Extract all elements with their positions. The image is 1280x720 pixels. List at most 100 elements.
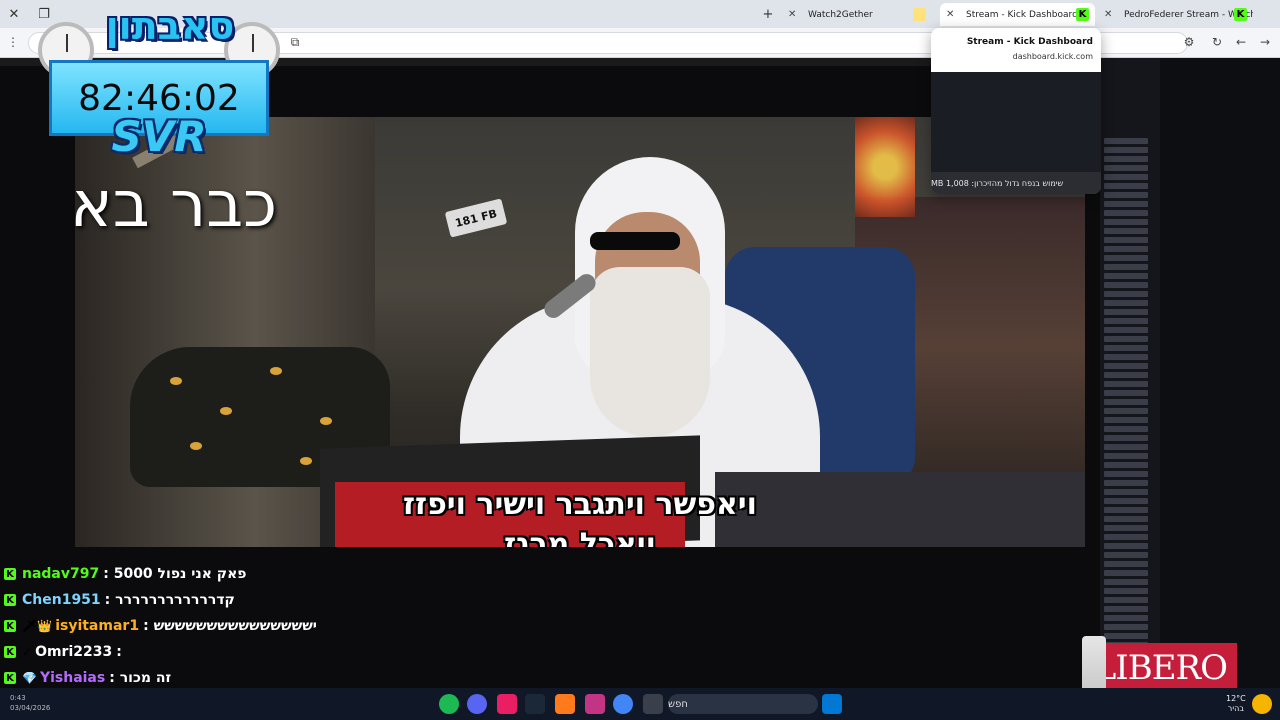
kick-icon: K <box>1234 8 1247 21</box>
dashboard-row <box>1104 390 1148 396</box>
chat-message: Knadav797: 5000 פאק אני נפול <box>4 563 247 585</box>
dashboard-row <box>1104 147 1148 153</box>
taskbar-time: 0:43 <box>10 694 26 702</box>
tab-title: Watch2Gether <box>808 9 873 20</box>
dashboard-row <box>1104 462 1148 468</box>
close-tab-icon[interactable]: ✕ <box>1104 9 1112 20</box>
dashboard-row <box>1104 165 1148 171</box>
kick-badge-icon: K <box>4 594 16 606</box>
kick-icon: K <box>1076 8 1089 21</box>
taskbar-weather[interactable]: 12°C בהיר <box>1226 694 1246 714</box>
dashboard-row <box>1104 633 1148 639</box>
tab-pedrofederer[interactable]: ✕ PedroFederer Stream - Watch L K <box>1098 3 1253 26</box>
reload-icon[interactable]: ↻ <box>1208 33 1226 51</box>
chat-message: K 🗡👑 isyitamar1: יששששששששששששששש <box>4 615 317 637</box>
dashboard-row <box>1104 363 1148 369</box>
chat-text: : <box>116 644 122 660</box>
menu-icon[interactable]: ⋮ <box>4 33 22 51</box>
kick-badge-icon: K <box>4 672 16 684</box>
hover-card-url: dashboard.kick.com <box>1012 52 1093 61</box>
tab-kick-dashboard[interactable]: ✕ Stream - Kick Dashboard K <box>940 3 1095 26</box>
discord-icon[interactable] <box>467 694 487 714</box>
dashboard-row <box>1104 579 1148 585</box>
back-icon[interactable]: ← <box>1232 33 1250 51</box>
overlay-title: סאבתון <box>105 4 235 48</box>
dashboard-row <box>1104 201 1148 207</box>
hover-card-title: Stream - Kick Dashboard <box>966 37 1093 47</box>
tab-watch2gether[interactable]: ✕ Watch2Gether <box>782 3 932 26</box>
chrome-icon[interactable] <box>613 694 633 714</box>
dashboard-row <box>1104 489 1148 495</box>
dashboard-row <box>1104 480 1148 486</box>
dashboard-row <box>1104 507 1148 513</box>
dashboard-row <box>1104 354 1148 360</box>
chat-badge-icon: 🗡👑 <box>22 619 53 633</box>
dashboard-row <box>1104 138 1148 144</box>
taskbar-date: 03/04/2026 <box>10 704 51 712</box>
sponsor-bottle <box>1082 636 1106 694</box>
new-tab-button[interactable]: + <box>758 4 778 24</box>
file-explorer-icon[interactable] <box>643 694 663 714</box>
chat-badge-icon: 💎 <box>22 671 37 685</box>
dashboard-row <box>1104 471 1148 477</box>
dashboard-row <box>1104 570 1148 576</box>
dashboard-row <box>1104 237 1148 243</box>
chat-badge-icon: ✓ <box>22 645 33 659</box>
instagram-icon[interactable] <box>585 694 605 714</box>
app-icon[interactable] <box>497 694 517 714</box>
dashboard-row <box>1104 156 1148 162</box>
chat-username[interactable]: Chen1951 <box>22 592 101 608</box>
dashboard-row <box>1104 246 1148 252</box>
dashboard-row <box>1104 498 1148 504</box>
dashboard-row <box>1104 444 1148 450</box>
subtitle-line-2: ויאכל מרגז <box>504 527 656 547</box>
dashboard-row <box>1104 408 1148 414</box>
steam-icon[interactable] <box>525 694 545 714</box>
dashboard-row <box>1104 282 1148 288</box>
dashboard-row <box>1104 300 1148 306</box>
chat-message: K 💎 Yishaias: זה מכור <box>4 667 171 689</box>
dashboard-row <box>1104 435 1148 441</box>
chat-username[interactable]: Omri2233 <box>35 644 112 660</box>
dashboard-row <box>1104 417 1148 423</box>
dashboard-row <box>1104 255 1148 261</box>
dashboard-row <box>1104 372 1148 378</box>
dashboard-panel <box>1100 58 1160 693</box>
chat-text: : קדרררררררררררר <box>104 592 235 608</box>
weather-moon-icon <box>1252 694 1272 714</box>
chat-username[interactable]: nadav797 <box>22 566 99 582</box>
chat-username[interactable]: Yishaias <box>40 670 105 686</box>
dashboard-row <box>1104 606 1148 612</box>
dashboard-row <box>1104 561 1148 567</box>
close-window-icon[interactable]: ✕ <box>4 4 24 24</box>
screen: ✕ ❐ + ✕ Watch2Gether ✕ Stream - Kick Das… <box>0 0 1280 720</box>
dashboard-row <box>1104 588 1148 594</box>
dashboard-right-panel <box>1160 58 1280 688</box>
windows-start-icon[interactable] <box>822 694 842 714</box>
spotify-icon[interactable] <box>439 694 459 714</box>
forward-icon[interactable]: → <box>1256 33 1274 51</box>
site-settings-icon[interactable]: ⚙ <box>1180 33 1198 51</box>
screen-share-icon[interactable]: ⧉ <box>286 33 304 51</box>
subtitle-line-1: ויאפשר ויתגבר וישיר ויפזז <box>403 487 757 522</box>
dashboard-row <box>1104 381 1148 387</box>
dashboard-row <box>1104 543 1148 549</box>
dashboard-row <box>1104 309 1148 315</box>
weather-condition: בהיר <box>1227 704 1244 713</box>
chat-text: : 5000 פאק אני נפול <box>103 566 247 582</box>
dashboard-row <box>1104 336 1148 342</box>
taskbar-search[interactable]: חפש <box>668 694 818 714</box>
taskbar-clock: 0:43 03/04/2026 <box>10 693 50 713</box>
kick-badge-icon: K <box>4 568 16 580</box>
obs-icon[interactable] <box>555 694 575 714</box>
dashboard-row <box>1104 624 1148 630</box>
dashboard-row <box>1104 327 1148 333</box>
close-tab-icon[interactable]: ✕ <box>788 9 796 20</box>
close-tab-icon[interactable]: ✕ <box>946 9 954 20</box>
restore-window-icon[interactable]: ❐ <box>34 4 54 24</box>
tab-hover-card: Stream - Kick Dashboard dashboard.kick.c… <box>931 28 1101 194</box>
chat-username[interactable]: isyitamar1 <box>55 618 139 634</box>
dashboard-row <box>1104 219 1148 225</box>
dashboard-row <box>1104 597 1148 603</box>
dashboard-row <box>1104 228 1148 234</box>
